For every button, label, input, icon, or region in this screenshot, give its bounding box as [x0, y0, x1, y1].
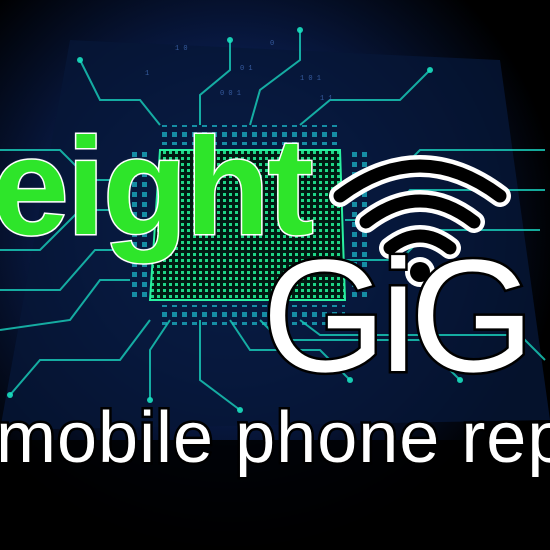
svg-text:1 0: 1 0 [175, 45, 188, 53]
svg-text:1 1: 1 1 [320, 95, 333, 103]
logo-word-gig: GiG [259, 226, 536, 405]
logo-tagline: mobile phone repair [0, 398, 550, 478]
logo-canvas: 1 0 0 1 1 0 1 0 0 1 1 1 1 0 eight GiG mo… [0, 0, 550, 550]
svg-text:0 1: 0 1 [240, 65, 253, 73]
svg-text:1: 1 [145, 70, 149, 78]
svg-text:0 0 1: 0 0 1 [220, 90, 241, 98]
svg-text:0: 0 [270, 40, 274, 48]
svg-text:1 0 1: 1 0 1 [300, 75, 321, 83]
